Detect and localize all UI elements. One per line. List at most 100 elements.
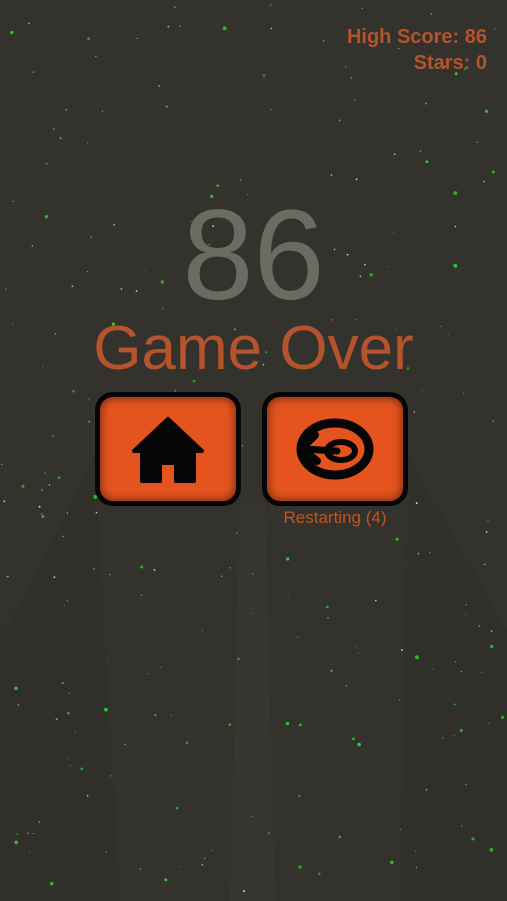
star: [68, 692, 70, 695]
star: [425, 160, 429, 164]
star: [160, 666, 162, 668]
star: [170, 714, 172, 716]
star: [487, 520, 489, 522]
star: [38, 821, 41, 823]
star: [165, 105, 168, 108]
star: [175, 806, 179, 810]
star: [17, 704, 20, 706]
star: [104, 707, 108, 712]
star: [399, 828, 402, 831]
star: [430, 13, 433, 15]
star: [500, 715, 505, 720]
star: [390, 860, 394, 865]
star: [251, 612, 253, 614]
star: [28, 851, 30, 853]
star: [201, 863, 204, 866]
star: [101, 110, 103, 112]
star: [318, 872, 321, 875]
game-over-title: Game Over: [93, 314, 414, 383]
star: [407, 562, 409, 564]
star: [490, 630, 493, 632]
star: [185, 741, 189, 745]
star: [70, 764, 72, 766]
star: [237, 657, 240, 661]
star: [419, 150, 422, 153]
star: [485, 530, 488, 533]
star: [269, 4, 272, 6]
home-button[interactable]: [95, 392, 241, 506]
star: [453, 735, 455, 737]
star: [38, 505, 41, 508]
star: [415, 866, 417, 869]
star: [41, 489, 44, 492]
star: [429, 551, 431, 554]
star: [322, 39, 325, 42]
star: [351, 737, 356, 741]
star: [66, 512, 69, 514]
star: [16, 833, 18, 835]
star: [45, 162, 48, 165]
star: [199, 700, 201, 702]
star: [458, 167, 460, 169]
star: [494, 28, 496, 30]
star: [270, 27, 273, 30]
star: [287, 594, 289, 596]
star: [462, 392, 464, 394]
restart-button[interactable]: [262, 392, 408, 506]
star: [465, 614, 467, 616]
star: [357, 652, 359, 654]
star: [140, 594, 143, 597]
star: [345, 684, 348, 687]
star: [113, 138, 115, 140]
star: [298, 795, 301, 798]
star: [53, 576, 56, 579]
restart-icon: [296, 418, 374, 480]
star: [86, 794, 89, 797]
game-screen: High Score: 86 Stars: 0 86 Game Over Res…: [0, 0, 507, 901]
star: [262, 74, 266, 77]
star: [491, 170, 495, 174]
star: [64, 604, 66, 606]
star: [7, 575, 10, 578]
star: [461, 825, 463, 827]
star: [201, 18, 203, 20]
star: [480, 671, 483, 674]
star: [27, 832, 29, 834]
star: [87, 142, 89, 144]
star: [220, 575, 223, 577]
star: [41, 515, 45, 518]
high-score-label: High Score: 86: [346, 26, 487, 48]
star: [48, 484, 51, 486]
star: [425, 102, 427, 105]
star: [87, 420, 91, 424]
star: [66, 599, 69, 602]
star: [267, 832, 270, 834]
star: [425, 788, 428, 791]
star: [33, 832, 35, 835]
star: [164, 878, 168, 882]
final-score: 86: [182, 184, 325, 327]
star: [471, 837, 475, 841]
star: [124, 744, 126, 746]
star: [488, 722, 490, 725]
star: [228, 723, 231, 726]
star: [178, 865, 180, 867]
star: [330, 174, 333, 176]
star: [136, 37, 138, 40]
star: [67, 712, 70, 715]
star: [483, 563, 485, 566]
star: [59, 137, 62, 140]
star: [422, 389, 424, 391]
star: [106, 658, 108, 660]
star: [297, 636, 299, 638]
star: [426, 654, 428, 656]
star: [361, 7, 363, 10]
star: [344, 66, 347, 68]
star: [10, 30, 14, 35]
star: [484, 109, 489, 113]
star: [326, 605, 329, 609]
star: [460, 670, 463, 673]
star: [453, 703, 456, 706]
home-icon: [132, 417, 204, 483]
star: [338, 835, 341, 839]
